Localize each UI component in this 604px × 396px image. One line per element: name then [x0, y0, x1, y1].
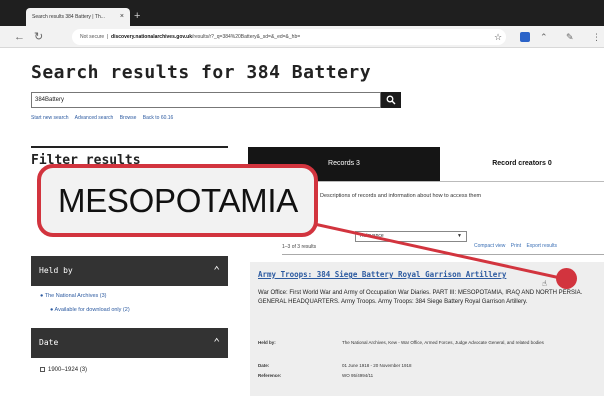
- magnified-callout: MESOPOTAMIA: [37, 164, 318, 237]
- highlight-dot: [556, 268, 577, 289]
- callout-text: MESOPOTAMIA: [58, 181, 298, 219]
- cursor-icon: ☝: [542, 279, 547, 288]
